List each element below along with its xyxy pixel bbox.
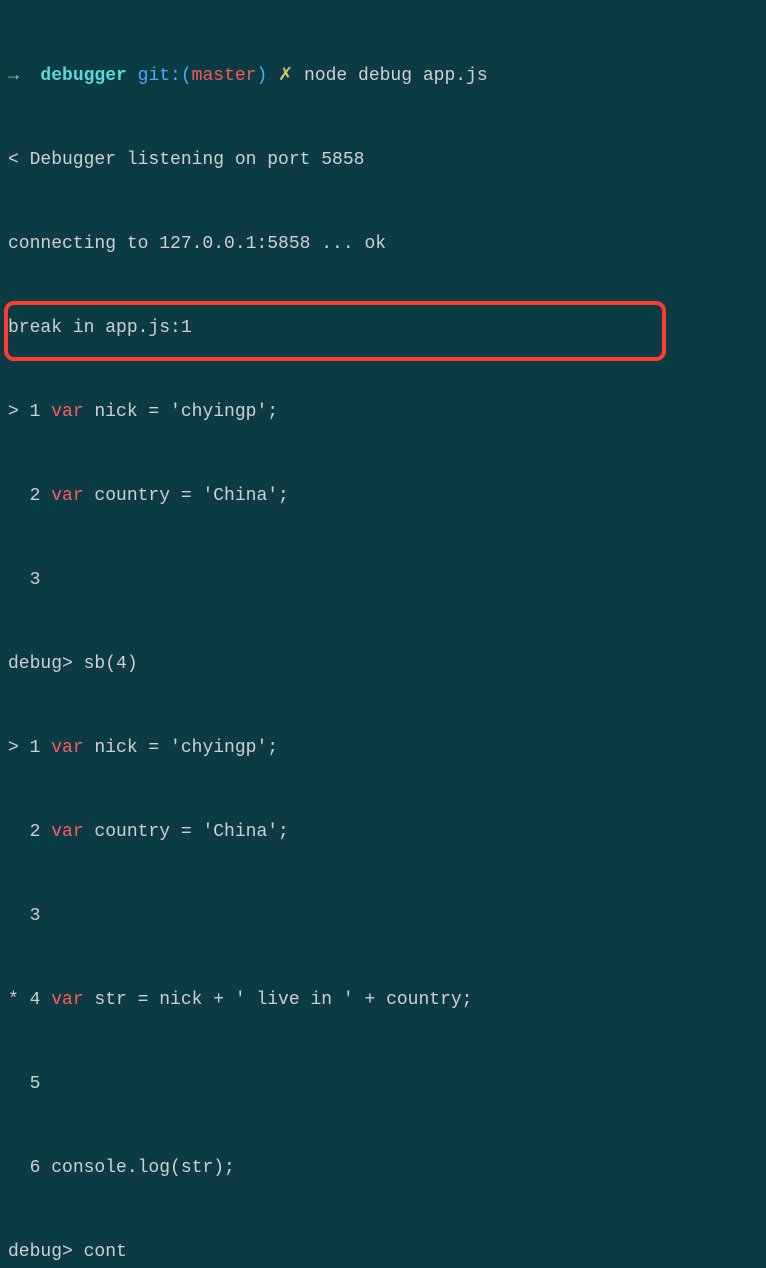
- debug-prompt: debug>: [8, 654, 73, 674]
- shell-prompt-line: → debugger git:(master) ✗ node debug app…: [0, 62, 766, 90]
- terminal-output[interactable]: → debugger git:(master) ✗ node debug app…: [0, 6, 766, 1268]
- code-line: * 4 var str = nick + ' live in ' + count…: [0, 986, 766, 1014]
- git-branch: master: [192, 66, 257, 86]
- code-line: 2 var country = 'China';: [0, 482, 766, 510]
- keyword-var: var: [51, 738, 83, 758]
- debug-command: sb(4): [73, 654, 138, 674]
- keyword-var: var: [51, 402, 83, 422]
- keyword-var: var: [51, 486, 83, 506]
- keyword-var: var: [51, 990, 83, 1010]
- dirty-icon: ✗: [278, 66, 293, 86]
- debug-command: cont: [73, 1242, 127, 1262]
- keyword-var: var: [51, 822, 83, 842]
- shell-command: node debug app.js: [304, 66, 488, 86]
- code-line: 5: [0, 1070, 766, 1098]
- debug-prompt: debug>: [8, 1242, 73, 1262]
- output-line: break in app.js:1: [0, 314, 766, 342]
- prompt-dir: debugger: [40, 66, 126, 86]
- git-label: git:(: [138, 66, 192, 86]
- git-close: ): [256, 66, 267, 86]
- debug-prompt-line: debug> sb(4): [0, 650, 766, 678]
- code-line: > 1 var nick = 'chyingp';: [0, 734, 766, 762]
- output-line: < Debugger listening on port 5858: [0, 146, 766, 174]
- output-line: connecting to 127.0.0.1:5858 ... ok: [0, 230, 766, 258]
- code-line: > 1 var nick = 'chyingp';: [0, 398, 766, 426]
- code-line: 2 var country = 'China';: [0, 818, 766, 846]
- prompt-arrow: →: [8, 66, 19, 86]
- code-line: 3: [0, 902, 766, 930]
- debug-prompt-line: debug> cont: [0, 1238, 766, 1266]
- code-line: 6 console.log(str);: [0, 1154, 766, 1182]
- code-line: 3: [0, 566, 766, 594]
